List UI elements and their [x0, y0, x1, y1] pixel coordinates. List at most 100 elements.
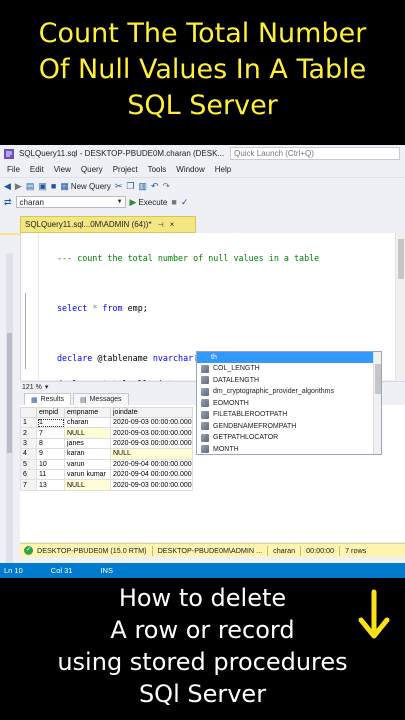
menu-help[interactable]: Help	[215, 165, 231, 174]
menu-query[interactable]: Query	[81, 165, 103, 174]
table-cell[interactable]: varun kumar	[64, 468, 111, 481]
left-scrollbar[interactable]	[6, 253, 13, 573]
editor-scrollbar[interactable]	[395, 233, 405, 380]
table-row[interactable]: 2 7 NULL 2020-09-03 00:00:00.000	[20, 427, 193, 439]
table-cell[interactable]: karan	[64, 448, 111, 460]
divider	[151, 545, 153, 556]
paste-icon[interactable]: ▥	[138, 181, 147, 192]
menu-project[interactable]: Project	[113, 165, 138, 174]
connect-icon[interactable]: ⇄	[4, 197, 12, 208]
code-line-1: --- count the total number of null value…	[57, 252, 319, 265]
editor-scroll-thumb[interactable]	[398, 239, 404, 279]
column-header[interactable]: empid	[36, 407, 65, 418]
table-cell[interactable]: varun	[64, 458, 111, 470]
table-row[interactable]: 3 8 janes 2020-09-03 00:00:00.000	[20, 437, 193, 450]
new-file-icon[interactable]: ▤	[26, 181, 35, 192]
execute-button[interactable]: ▶ Execute	[130, 197, 168, 208]
table-cell[interactable]: 2020-09-03 00:00:00.000	[110, 437, 193, 450]
row-number[interactable]: 2	[20, 427, 37, 439]
table-row[interactable]: 7 13 NULL 2020-09-03 00:00:00.000	[20, 479, 193, 491]
function-icon	[201, 376, 209, 385]
table-cell[interactable]: 2020-09-03 00:00:00.000	[110, 416, 193, 429]
zoom-level[interactable]: 121 %	[22, 384, 42, 391]
standard-toolbar: ◀ ▶ ▤ ▣ ■ ▦ New Query ✂ ❐ ▥ ↶ ↷	[0, 177, 405, 194]
quick-launch-input[interactable]: Quick Launch (Ctrl+Q)	[230, 147, 401, 160]
stop-icon[interactable]: ■	[171, 197, 176, 207]
row-number[interactable]: 6	[20, 468, 37, 481]
copy-icon[interactable]: ❐	[126, 181, 134, 192]
autocomplete-item[interactable]: COL_LENGTH	[197, 363, 381, 375]
left-scroll-thumb[interactable]	[7, 333, 12, 453]
table-cell[interactable]: 10	[36, 458, 65, 470]
tab-sqlquery11[interactable]: SQLQuery11.sql...0M\ADMIN (64))* ⊣ ×	[20, 216, 196, 233]
menu-edit[interactable]: Edit	[30, 165, 44, 174]
row-number[interactable]: 5	[20, 458, 37, 470]
row-number[interactable]: 7	[20, 479, 37, 491]
code-line-3: select * from emp;	[57, 302, 148, 313]
table-cell[interactable]: 2020-09-03 00:00:00.000	[110, 427, 193, 439]
popup-scroll-thumb[interactable]	[375, 364, 381, 394]
row-number[interactable]: 3	[20, 437, 37, 450]
open-folder-icon[interactable]: ▣	[38, 181, 47, 192]
table-row[interactable]: 1 1 charan 2020-09-03 00:00:00.000	[20, 416, 193, 429]
tab-messages[interactable]: ▤ Messages	[72, 393, 129, 405]
table-cell[interactable]: NULL	[64, 427, 111, 439]
table-cell[interactable]: 2020-09-04 00:00:00.000	[110, 468, 193, 481]
table-cell[interactable]: 11	[36, 468, 65, 481]
undo-icon[interactable]: ↶	[151, 181, 159, 192]
title-bar: SQLQuery11.sql - DESKTOP-PBUDE0M.charan …	[0, 145, 405, 162]
autocomplete-item[interactable]: MONTH	[197, 444, 381, 456]
table-row[interactable]: 4 9 karan NULL	[20, 448, 193, 460]
column-header[interactable]: joindate	[110, 407, 193, 418]
redo-icon[interactable]: ↷	[163, 181, 171, 192]
autocomplete-label: MONTH	[213, 445, 239, 453]
table-cell[interactable]: NULL	[110, 448, 193, 460]
tab-results[interactable]: ▦ Results	[24, 393, 71, 405]
menu-tools[interactable]: Tools	[148, 165, 167, 174]
function-icon	[201, 422, 209, 431]
table-row[interactable]: 5 10 varun 2020-09-04 00:00:00.000	[20, 458, 193, 470]
table-row[interactable]: 6 11 varun kumar 2020-09-04 00:00:00.000	[20, 468, 193, 481]
autocomplete-item[interactable]: dm_cryptographic_provider_algorithms	[197, 386, 381, 398]
new-query-button[interactable]: ▦ New Query	[60, 181, 111, 192]
database-name: charan	[19, 197, 45, 207]
autocomplete-typed[interactable]: th	[197, 352, 381, 363]
autocomplete-item[interactable]: DATALENGTH	[197, 375, 381, 387]
menu-view[interactable]: View	[54, 165, 71, 174]
table-cell[interactable]: 1	[36, 416, 65, 429]
autocomplete-item[interactable]: GENDBNAMEFROMPATH	[197, 421, 381, 433]
popup-scrollbar[interactable]	[373, 352, 381, 454]
window-title: SQLQuery11.sql - DESKTOP-PBUDE0M.charan …	[19, 149, 225, 158]
parse-icon[interactable]: ✓	[181, 197, 189, 208]
pin-icon[interactable]: ⊣	[158, 221, 164, 229]
autocomplete-item[interactable]: GETPATHLOCATOR	[197, 432, 381, 444]
back-icon[interactable]: ◀	[4, 181, 11, 192]
tab-results-label: Results	[40, 396, 64, 403]
table-cell[interactable]: 13	[36, 479, 65, 491]
chevron-down-icon[interactable]: ▾	[45, 383, 49, 391]
column-header[interactable]: empname	[64, 407, 111, 418]
new-query-label: New Query	[70, 181, 111, 191]
autocomplete-item[interactable]: FILETABLEROOTPATH	[197, 409, 381, 421]
row-number[interactable]: 1	[20, 416, 37, 429]
menu-file[interactable]: File	[7, 165, 20, 174]
table-cell[interactable]: 9	[36, 448, 65, 460]
tab-close-icon[interactable]: ×	[170, 220, 175, 229]
menu-window[interactable]: Window	[176, 165, 204, 174]
table-cell[interactable]: 7	[36, 427, 65, 439]
table-cell[interactable]: NULL	[64, 479, 111, 491]
table-cell[interactable]: 2020-09-04 00:00:00.000	[110, 458, 193, 470]
document-tab-row: SQLQuery11.sql...0M\ADMIN (64))* ⊣ ×	[0, 216, 405, 235]
database-selector[interactable]: charan ▼	[15, 196, 126, 208]
row-number-header[interactable]	[20, 407, 37, 418]
cut-icon[interactable]: ✂	[115, 181, 123, 192]
headline-line-1: Count The Total Number	[38, 18, 367, 49]
table-cell[interactable]: 2020-09-03 00:00:00.000	[110, 479, 193, 491]
table-cell[interactable]: 8	[36, 437, 65, 450]
forward-icon[interactable]: ▶	[15, 181, 22, 192]
autocomplete-item[interactable]: EOMONTH	[197, 398, 381, 410]
table-cell[interactable]: charan	[64, 416, 111, 429]
row-number[interactable]: 4	[20, 448, 37, 460]
table-cell[interactable]: janes	[64, 437, 111, 450]
save-icon[interactable]: ■	[51, 181, 56, 191]
